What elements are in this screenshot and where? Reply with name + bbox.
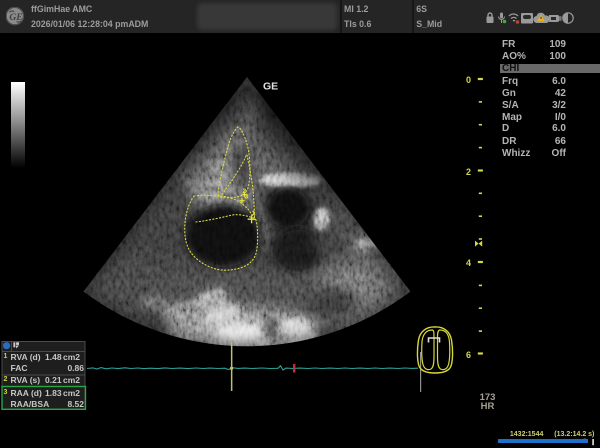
svg-text:1: 1 — [252, 210, 256, 217]
svg-text:GE: GE — [263, 81, 278, 93]
